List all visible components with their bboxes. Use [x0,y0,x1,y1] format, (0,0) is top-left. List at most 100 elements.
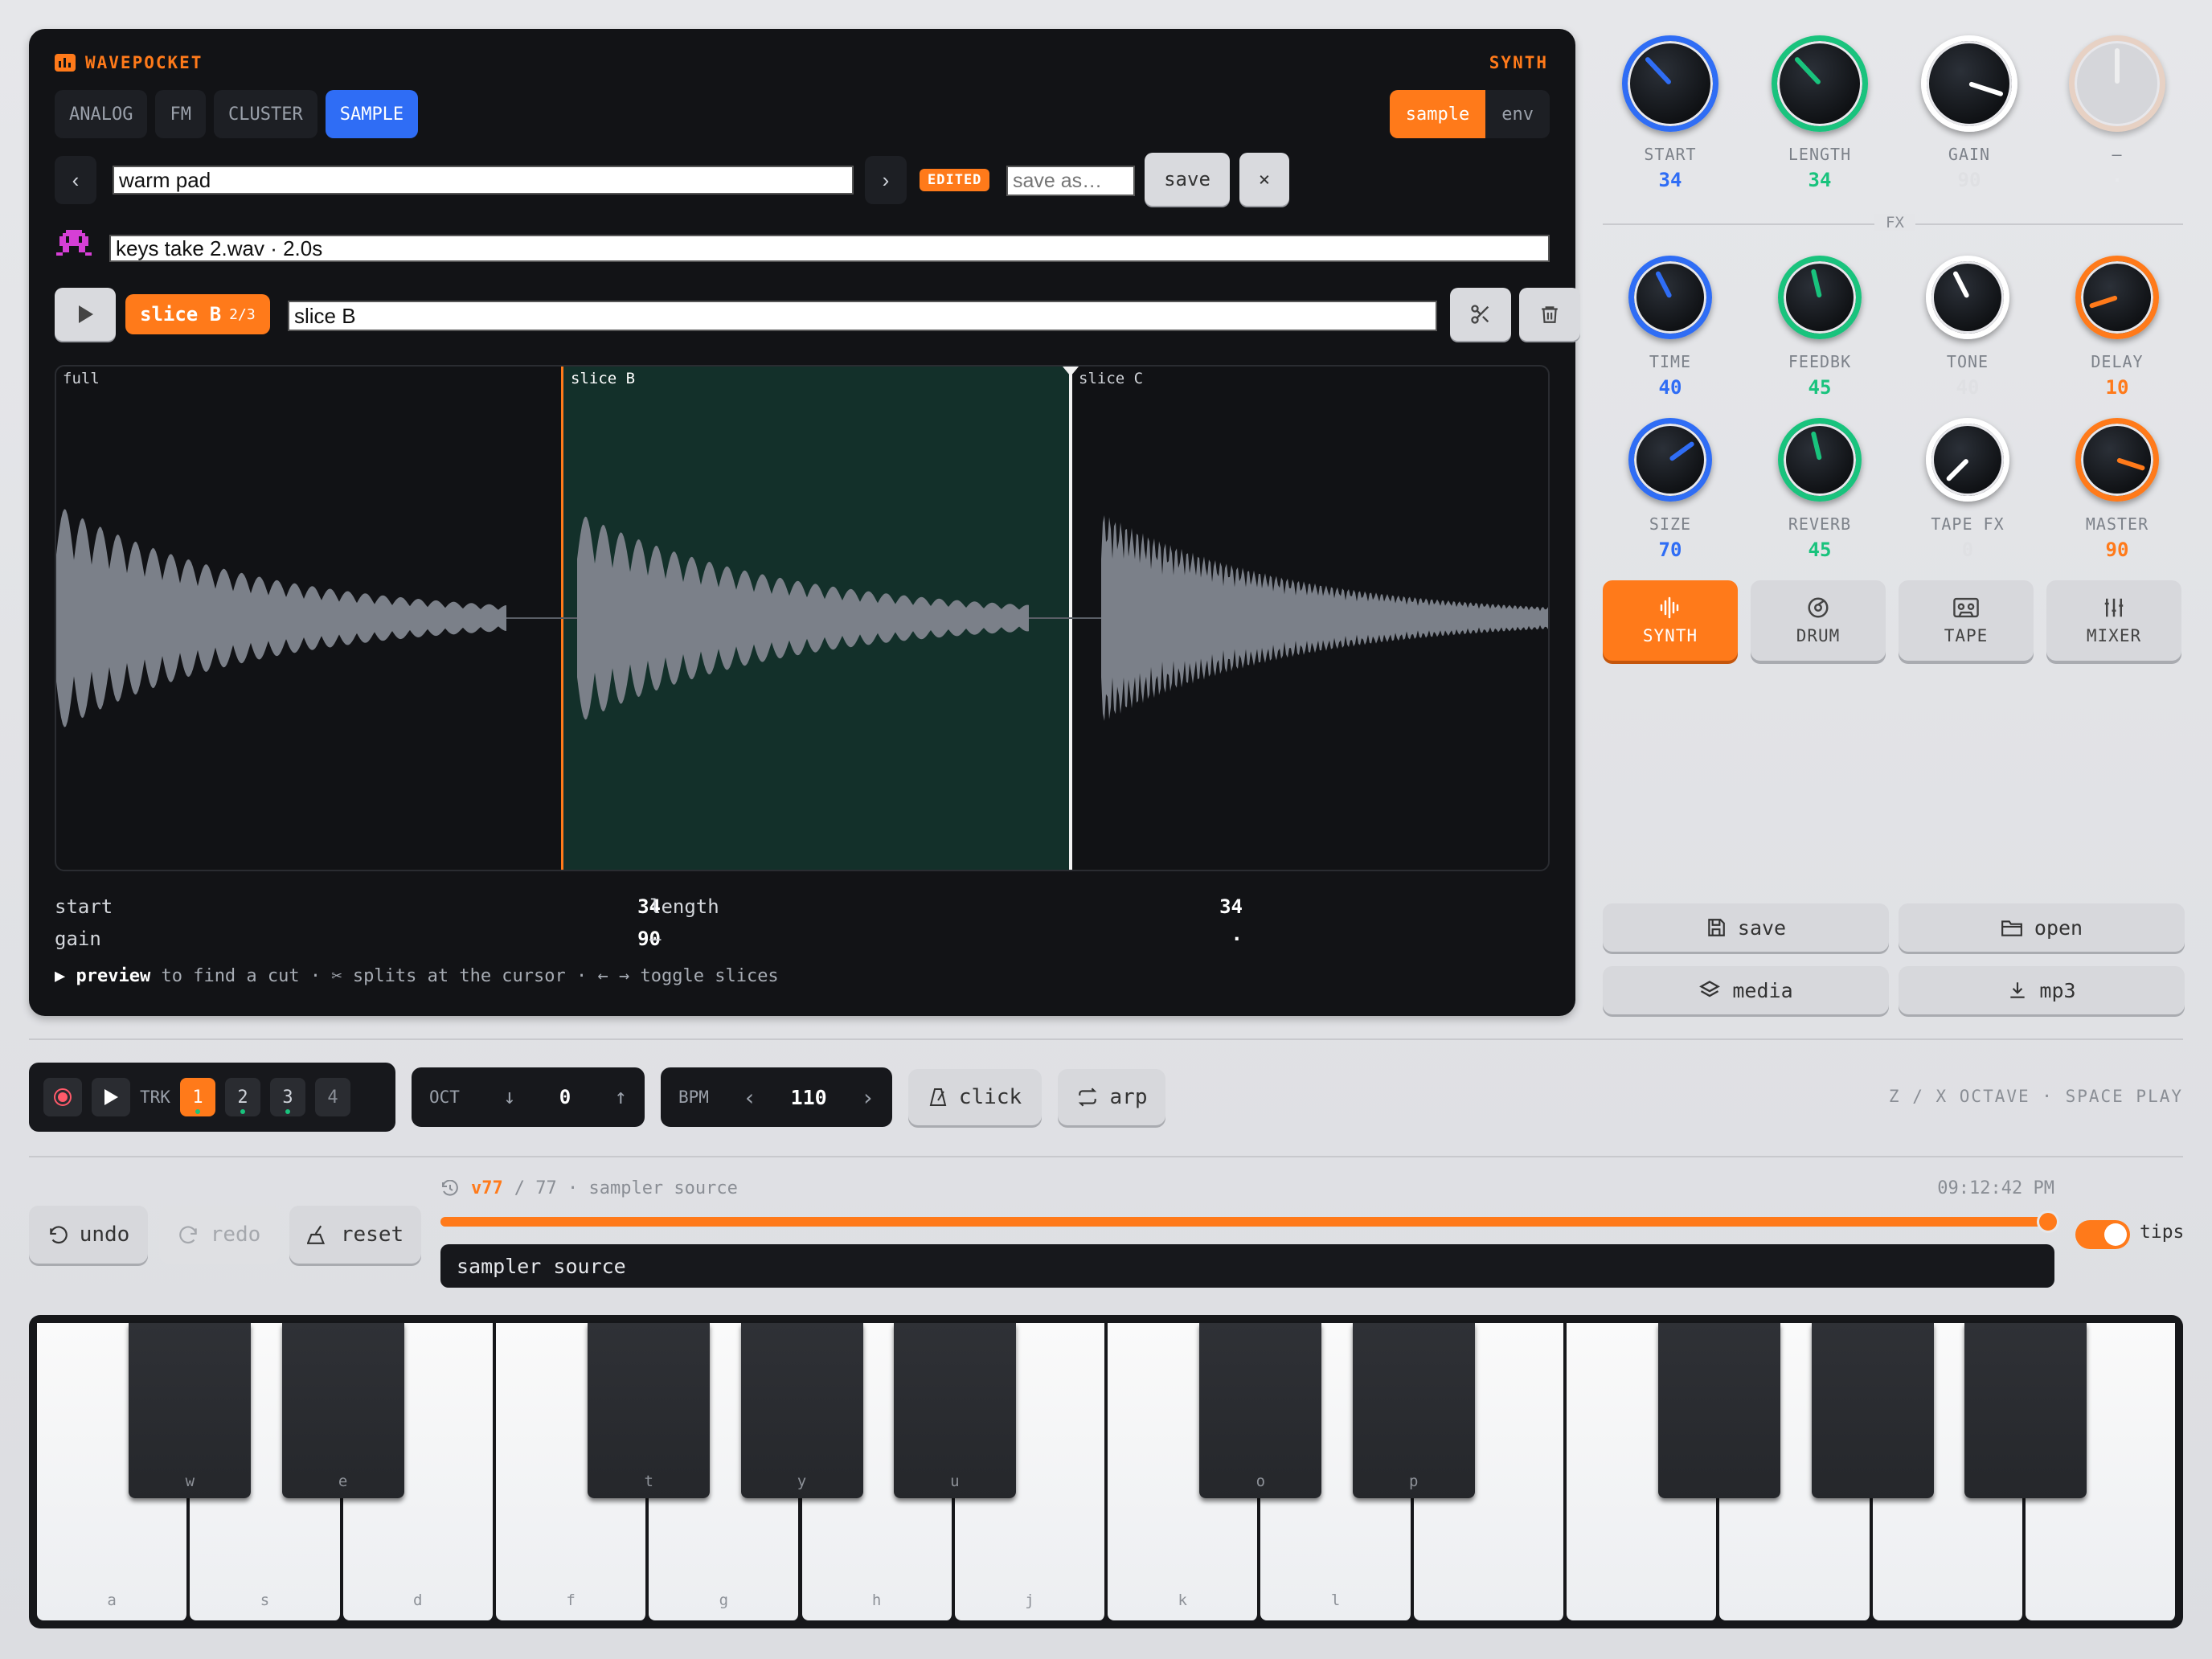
knob-dial[interactable] [1926,418,2009,502]
knob-tone[interactable]: TONE 40 [1919,256,2016,399]
delete-slice-button[interactable] [1519,288,1580,341]
play-button[interactable] [92,1078,130,1116]
knob-tape-fx[interactable]: TAPE FX 0 [1919,418,2016,561]
view-env-button[interactable]: env [1485,90,1550,138]
key-label: e [338,1473,348,1490]
knob-dial[interactable] [1772,35,1868,132]
redo-button[interactable]: redo [159,1206,280,1264]
tab-sample[interactable]: SAMPLE [325,90,419,138]
view-sample-button[interactable]: sample [1389,90,1486,138]
knob-time[interactable]: TIME 40 [1622,256,1718,399]
knob-dial[interactable] [1778,256,1862,339]
knob-dial[interactable] [1628,256,1712,339]
tab-cluster[interactable]: CLUSTER [213,90,317,138]
section-divider-2 [29,1156,2183,1157]
knob-size[interactable]: SIZE 70 [1622,418,1718,561]
knob-label: START [1644,145,1697,164]
knob-reverb[interactable]: REVERB 45 [1772,418,1868,561]
mode-tape-label: TAPE [1944,626,1989,645]
black-key[interactable] [1658,1323,1781,1498]
knob-dial[interactable] [1926,256,2009,339]
black-key[interactable]: y [740,1323,863,1498]
knob-value: 90 [1957,169,1981,191]
knob-pointer [1793,55,1822,86]
history-version: v77 [471,1178,503,1198]
history-scrubber[interactable] [440,1210,2059,1233]
split-slice-button[interactable] [1450,288,1511,341]
reset-button[interactable]: reset [289,1206,421,1264]
track-1-button[interactable]: 1 [179,1078,215,1116]
knob-dial[interactable] [1778,418,1862,502]
history-scrubber-thumb[interactable] [2037,1210,2059,1233]
media-button[interactable]: media [1603,966,1889,1014]
knob-feedbk[interactable]: FEEDBK 45 [1772,256,1868,399]
knob-start[interactable]: START 34 [1622,35,1718,191]
waveform-display[interactable]: full slice B slice C [55,365,1550,871]
broom-icon [306,1225,325,1244]
black-key[interactable]: w [129,1323,252,1498]
click-label: click [958,1085,1022,1109]
slice-name-field[interactable]: slice B [288,301,1437,331]
save-preset-button[interactable]: save [1145,153,1230,206]
mode-synth-button[interactable]: SYNTH [1603,580,1738,661]
mode-mixer-button[interactable]: MIXER [2046,580,2181,661]
knob-gain[interactable]: GAIN 90 [1921,35,2017,191]
arp-toggle-button[interactable]: arp [1058,1069,1165,1125]
track-2-button[interactable]: 2 [224,1078,260,1116]
metronome-icon [929,1088,947,1106]
tab-fm[interactable]: FM [155,90,206,138]
knob-length[interactable]: LENGTH 34 [1772,35,1868,191]
prev-preset-button[interactable]: ‹ [55,156,96,204]
save-project-button[interactable]: save [1603,903,1889,952]
bpm-decrease-button[interactable]: ‹ [743,1084,756,1111]
undo-button[interactable]: undo [29,1206,148,1264]
knob-pointer [2115,48,2120,84]
track-1-number: 1 [192,1087,203,1108]
black-key[interactable]: p [1352,1323,1475,1498]
download-icon [2010,982,2026,998]
close-button[interactable]: × [1239,153,1289,206]
black-key[interactable]: u [893,1323,1016,1498]
knob-dial[interactable] [1628,418,1712,502]
knob-dial[interactable] [2075,256,2159,339]
knob-dial[interactable] [1921,35,2017,132]
knob-dial[interactable] [1622,35,1718,132]
transport-bar: TRK 1 2 3 4 [29,1063,395,1132]
mode-tape-button[interactable]: TAPE [1899,580,2034,661]
octave-down-button[interactable]: ↓ [503,1085,516,1109]
knob-dial[interactable] [2075,418,2159,502]
knob-master[interactable]: MASTER 90 [2069,418,2165,561]
black-key[interactable]: t [588,1323,711,1498]
preset-name-field[interactable]: warm pad [113,166,854,195]
knob-value: 45 [1808,539,1832,561]
black-key[interactable] [1964,1323,2087,1498]
save-as-input[interactable] [1006,166,1135,196]
export-mp3-button[interactable]: mp3 [1899,966,2185,1014]
open-project-button[interactable]: open [1899,903,2185,952]
knob-dial[interactable] [2069,35,2165,132]
black-key[interactable]: o [1199,1323,1322,1498]
preview-play-button[interactable] [55,288,116,341]
tips-toggle[interactable] [2075,1220,2130,1249]
knob-delay[interactable]: DELAY 10 [2069,256,2165,399]
click-toggle-button[interactable]: click [908,1069,1042,1125]
slice-badge[interactable]: slice B 2/3 [125,294,270,334]
track-3-button[interactable]: 3 [269,1078,305,1116]
tab-analog[interactable]: ANALOG [55,90,148,138]
slice-count: 2/3 [229,305,256,323]
record-button[interactable] [43,1078,82,1116]
knob-value: 0 [1961,539,1974,561]
knob-label: FEEDBK [1788,352,1852,371]
knob-empty[interactable]: — · [2069,35,2165,191]
play-icon [79,305,93,323]
black-key[interactable] [1811,1323,1934,1498]
sample-file-field[interactable]: keys take 2.wav · 2.0s [109,235,1550,262]
next-preset-button[interactable]: › [865,156,907,204]
knob-pointer [1968,81,2004,97]
track-4-button[interactable]: 4 [314,1078,350,1116]
black-key[interactable]: e [281,1323,404,1498]
key-label: u [950,1473,960,1490]
octave-up-button[interactable]: ↑ [614,1085,627,1109]
bpm-increase-button[interactable]: › [861,1084,875,1111]
mode-drum-button[interactable]: DRUM [1751,580,1886,661]
